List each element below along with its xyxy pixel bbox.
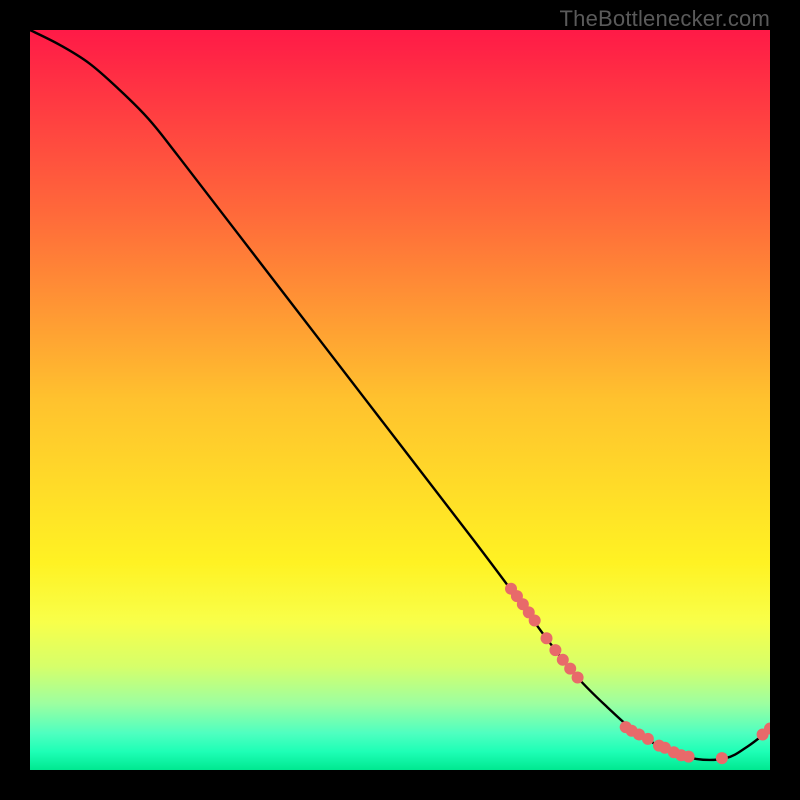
watermark-text: TheBottlenecker.com (560, 6, 770, 32)
marker-point (529, 615, 541, 627)
bottleneck-chart (30, 30, 770, 770)
chart-stage: TheBottlenecker.com (0, 0, 800, 800)
gradient-background (30, 30, 770, 770)
marker-point (642, 733, 654, 745)
marker-point (541, 632, 553, 644)
marker-point (716, 752, 728, 764)
marker-point (683, 751, 695, 763)
marker-point (549, 644, 561, 656)
marker-point (572, 672, 584, 684)
